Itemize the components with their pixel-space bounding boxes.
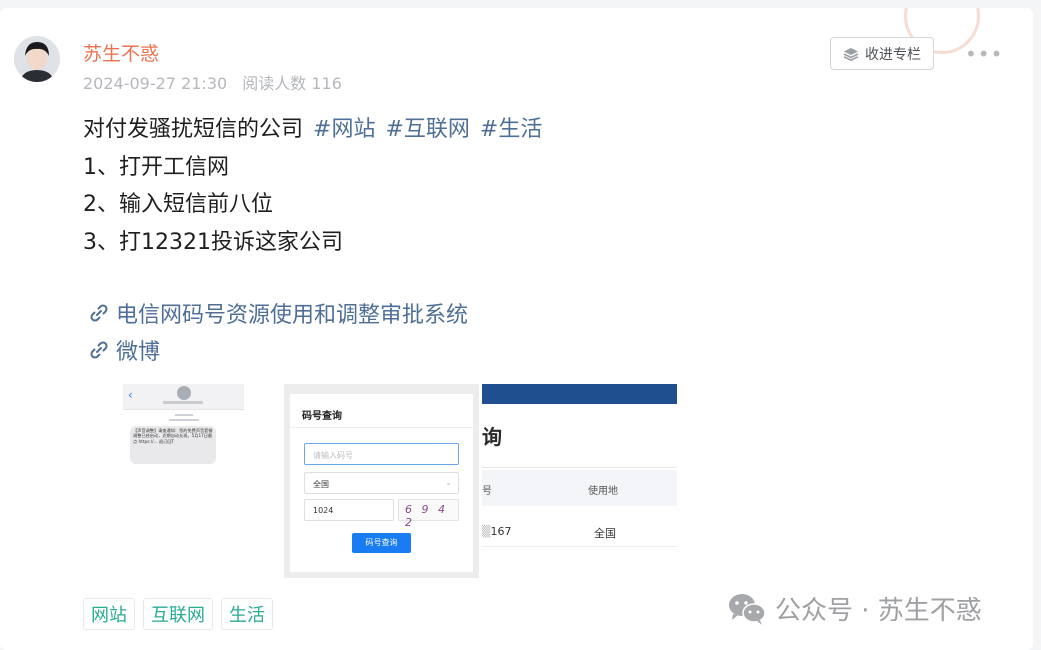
col-usage-header: 使用地	[588, 486, 618, 497]
avatar[interactable]	[14, 36, 60, 82]
link-icon	[90, 304, 108, 322]
link-item[interactable]: 电信网码号资源使用和调整审批系统	[88, 297, 468, 329]
query-result-image[interactable]: 询 号 使用地 ▒167 全国	[482, 384, 677, 562]
sms-screenshot-image[interactable]: ‹ 【声音调整】请查通知：您的免费声音套餐调整已经启动，近期自动允现，5月17日…	[123, 384, 244, 468]
post-title: 对付发骚扰短信的公司	[83, 117, 304, 142]
query-form-image[interactable]: 码号查询 请输入码号 全国 ⌄ 1024 6 9 4 2 码号查询	[284, 384, 479, 578]
col-number-header: 号	[482, 486, 492, 497]
result-heading: 询	[482, 425, 502, 449]
tag-chip[interactable]: 生活	[221, 598, 273, 630]
query-title: 码号查询	[302, 411, 342, 422]
post-title-line: 对付发骚扰短信的公司 #网站 #互联网 #生活	[83, 111, 542, 149]
contact-avatar-icon	[177, 386, 191, 400]
link-label: 微博	[116, 340, 161, 365]
row-number-value: 167	[490, 525, 512, 538]
captcha-input: 1024	[304, 499, 394, 521]
post-meta: 2024-09-27 21:30 阅读人数 116	[83, 70, 352, 94]
region-select: 全国 ⌄	[304, 472, 459, 494]
post-line: 2、输入短信前八位	[83, 192, 273, 217]
number-input: 请输入码号	[304, 443, 459, 465]
captcha-image: 6 9 4 2	[398, 499, 459, 529]
back-icon: ‹	[128, 388, 133, 402]
tag-chip[interactable]: 网站	[83, 598, 135, 630]
link-item[interactable]: 微博	[88, 334, 160, 366]
sms-bubble: 【声音调整】请查通知：您的免费声音套餐调整已经启动，近期自动允现，5月17日截点…	[130, 426, 216, 464]
link-icon	[90, 341, 108, 359]
tag-chip[interactable]: 互联网	[143, 598, 213, 630]
author-name[interactable]: 苏生不惑	[83, 39, 159, 66]
post-body: 对付发骚扰短信的公司 #网站 #互联网 #生活 1、打开工信网 2、输入短信前八位 3…	[83, 111, 542, 261]
inline-tag[interactable]: #互联网	[385, 117, 469, 142]
post-date: 2024-09-27 21:30	[83, 74, 228, 93]
wechat-watermark: 公众号 · 苏生不惑	[727, 590, 982, 627]
more-options-icon[interactable]: •••	[965, 42, 1003, 66]
post-line: 3、打12321投诉这家公司	[83, 229, 343, 255]
collect-to-column-button[interactable]: 收进专栏	[830, 37, 934, 70]
read-count: 阅读人数 116	[242, 74, 342, 93]
inline-tag[interactable]: #生活	[480, 117, 542, 142]
collect-label: 收进专栏	[865, 46, 921, 63]
row-usage-cell: 全国	[594, 527, 616, 540]
post-line: 1、打开工信网	[83, 154, 229, 180]
wechat-icon	[729, 593, 766, 625]
query-button: 码号查询	[352, 533, 411, 553]
chevron-down-icon: ⌄	[445, 478, 452, 487]
region-select-value: 全国	[313, 480, 329, 489]
stack-icon	[843, 47, 859, 61]
tag-list: 网站 互联网 生活	[83, 598, 273, 630]
link-label: 电信网码号资源使用和调整审批系统	[116, 303, 469, 328]
row-number-cell: ▒167	[482, 525, 512, 538]
wechat-label: 公众号 · 苏生不惑	[775, 596, 982, 626]
inline-tag[interactable]: #网站	[313, 117, 375, 142]
